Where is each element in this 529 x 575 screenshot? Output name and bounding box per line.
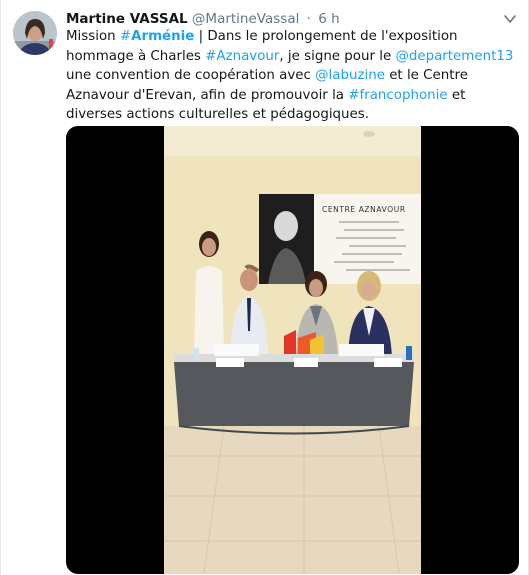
tweet-card[interactable]: Martine VASSAL @MartineVassal · 6 h Miss… — [0, 0, 529, 575]
chevron-down-icon[interactable] — [504, 14, 516, 24]
mention-labuzine-link[interactable]: @labuzine — [315, 68, 385, 83]
avatar[interactable] — [13, 11, 57, 55]
author-handle[interactable]: @MartineVassal — [192, 11, 299, 27]
tweet-text-segment: , je signe pour le — [279, 48, 396, 64]
hashtag-francophonie-link[interactable]: #francophonie — [348, 88, 447, 103]
video-player[interactable]: CENTRE AZNAVOUR — [66, 126, 519, 574]
hashtag-aznavour-link[interactable]: #Aznavour — [205, 49, 279, 64]
hashtag-armenie-link[interactable]: #Arménie — [120, 29, 194, 44]
tweet-header: Martine VASSAL @MartineVassal · 6 h — [66, 9, 340, 29]
mention-departement13-link[interactable]: @departement13 — [395, 49, 513, 64]
tweet-text-segment: une convention de coopération avec — [66, 68, 316, 84]
hashtag-symbol: # — [119, 29, 132, 44]
author-name[interactable]: Martine VASSAL — [66, 11, 188, 27]
video-frame[interactable]: CENTRE AZNAVOUR — [164, 126, 421, 574]
banner-text: CENTRE AZNAVOUR — [322, 205, 406, 214]
tweet-text-segment: Mission — [66, 29, 120, 44]
hashtag-word: Arménie — [131, 29, 195, 44]
timestamp[interactable]: 6 h — [318, 11, 339, 27]
tweet-text: Mission #Arménie | Dans le prolongement … — [66, 27, 521, 125]
separator-dot: · — [306, 11, 311, 27]
